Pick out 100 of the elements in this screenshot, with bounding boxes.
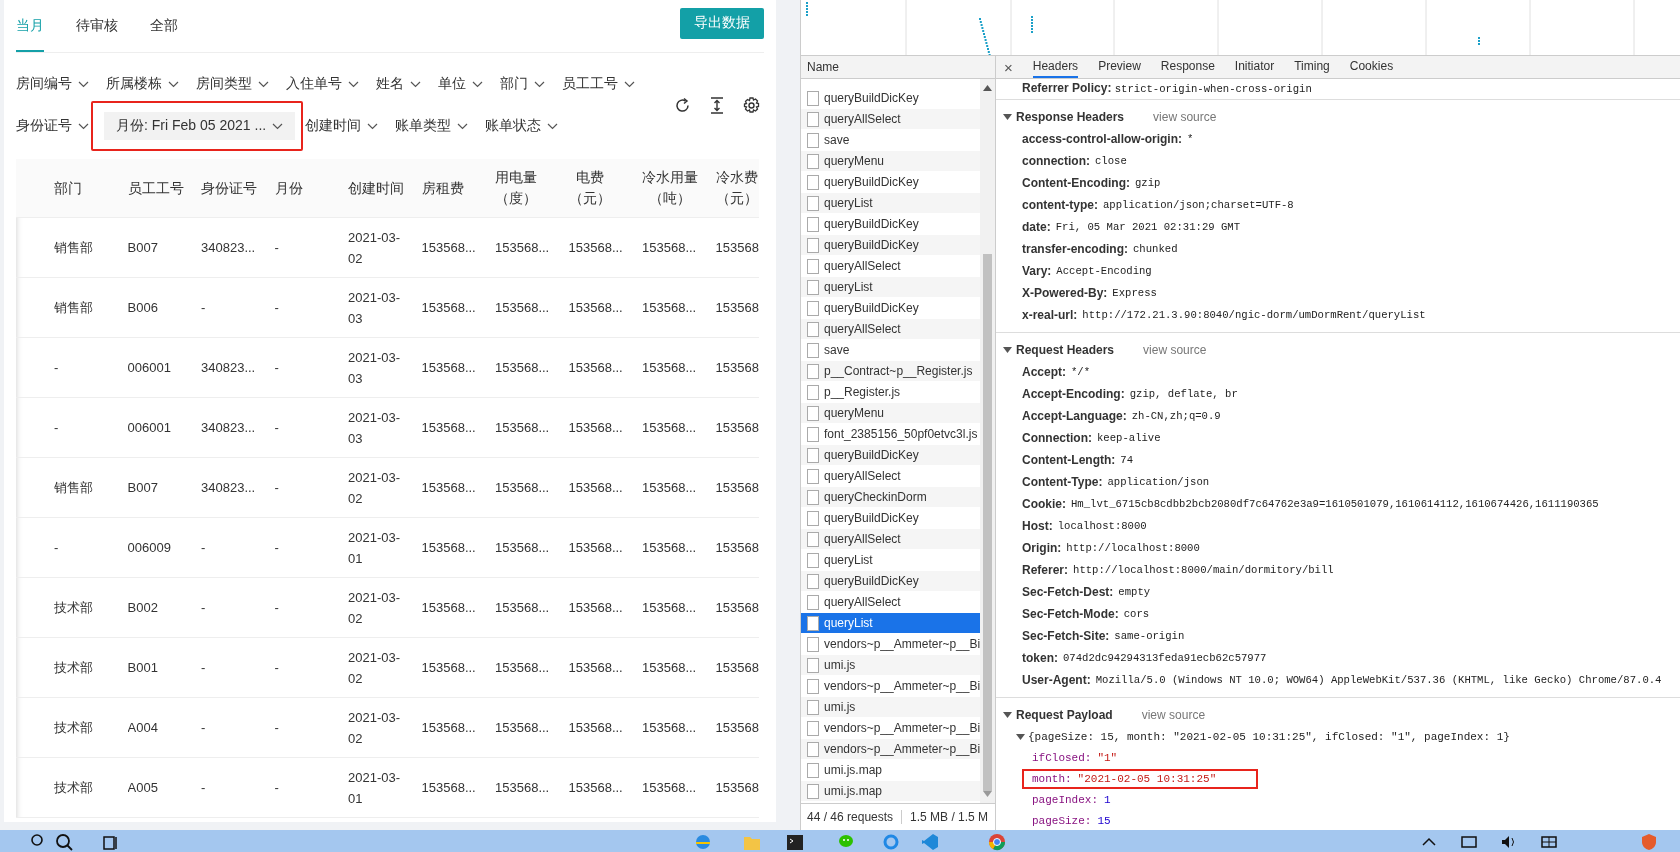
filter-dropdown[interactable]: 账单状态 — [485, 117, 559, 135]
request-row[interactable]: queryList — [801, 277, 980, 298]
search-icon[interactable] — [55, 833, 73, 851]
tab[interactable]: Initiator — [1234, 56, 1275, 78]
header-name: Host: — [1022, 519, 1053, 533]
tab[interactable]: 全部 — [150, 0, 178, 52]
settings-icon[interactable] — [743, 96, 760, 114]
scrollbar-thumb[interactable] — [983, 253, 992, 792]
header-value: localhost:8000 — [1057, 520, 1147, 532]
expand-triangle-icon[interactable] — [1003, 113, 1012, 121]
column-header: 月份 — [274, 179, 303, 198]
table-cell-text: 153568... — [568, 479, 623, 497]
filter-dropdown[interactable]: 姓名 — [376, 75, 421, 93]
table-cell-text: - — [201, 779, 206, 797]
request-row[interactable]: queryAllSelect — [801, 109, 980, 130]
section-title[interactable]: Request Payload — [1016, 708, 1113, 722]
request-row[interactable]: queryBuildDicKey — [801, 445, 980, 466]
header-value: 074d2dc94294313feda91ecb62c57977 — [1063, 652, 1267, 664]
input-icon[interactable] — [1540, 833, 1558, 851]
column-height-icon[interactable] — [710, 96, 724, 114]
header-name: Sec-Fetch-Dest: — [1022, 585, 1114, 599]
table-cell-text: 153568... — [495, 539, 550, 557]
request-row[interactable]: queryAllSelect — [801, 529, 980, 550]
monitor-icon[interactable] — [1460, 833, 1478, 851]
table-cell-text: 153568... — [642, 479, 697, 497]
table-cell-text: A005 — [127, 779, 158, 797]
filter-dropdown[interactable]: 员工工号 — [562, 75, 635, 93]
header-name: Sec-Fetch-Site: — [1022, 629, 1110, 643]
filter-dropdown[interactable]: 单位 — [438, 75, 483, 93]
tab[interactable]: 待审核 — [76, 0, 118, 52]
table-cell-text: 2021-03-03 — [348, 288, 401, 328]
header-name: Content-Length: — [1022, 453, 1116, 467]
request-row[interactable]: queryList — [801, 613, 980, 634]
column-header[interactable]: Name — [807, 60, 839, 74]
tab[interactable]: Response — [1160, 56, 1215, 78]
filter-chip[interactable]: 月份: Fri Feb 05 2021 ... — [104, 112, 296, 140]
request-row[interactable]: umi.js.map — [801, 781, 980, 802]
table-cell-text: 006009 — [127, 539, 171, 557]
expand-triangle-icon[interactable] — [1003, 346, 1012, 354]
close-button[interactable]: × — [1004, 56, 1013, 78]
terminal-icon[interactable] — [786, 833, 804, 851]
filter-dropdown[interactable]: 部门 — [500, 75, 545, 93]
header-value: http://localhost:8000/main/dormitory/bill — [1073, 564, 1334, 576]
request-row[interactable]: vendors~p__Ammeter~p__Bi — [801, 739, 980, 760]
payload-field: pageSize: 15 — [1022, 810, 1153, 831]
section-title[interactable]: Response Headers — [1016, 110, 1125, 124]
column-header: 部门 — [54, 179, 82, 198]
table-cell-text: 2021-03-01 — [348, 528, 401, 568]
filter-dropdown[interactable]: 身份证号 — [16, 117, 89, 135]
table-cell-text: 153568 — [715, 299, 759, 317]
table-cell-text: 153568... — [421, 779, 476, 797]
view-source-link[interactable]: view source — [1143, 343, 1207, 357]
header-value: cors — [1123, 608, 1150, 620]
table-cell-text: 153568... — [568, 779, 623, 797]
filter-dropdown[interactable]: 入住单号 — [286, 75, 359, 93]
tab[interactable]: Timing — [1294, 56, 1330, 78]
header-name: Accept-Encoding: — [1022, 387, 1125, 401]
table-cell-text: 153568... — [642, 779, 697, 797]
request-row[interactable]: umi.js — [801, 655, 980, 676]
tab[interactable]: Cookies — [1349, 56, 1394, 78]
filter-dropdown[interactable]: 房间类型 — [196, 75, 269, 93]
table-cell-text: 153568... — [421, 659, 476, 677]
collapse-triangle-icon[interactable] — [1016, 732, 1025, 741]
table-cell-text: 153568... — [495, 599, 550, 617]
request-row[interactable]: queryAllSelect — [801, 319, 980, 340]
request-row[interactable]: queryMenu — [801, 403, 980, 424]
table-cell-text: 2021-03-03 — [348, 348, 401, 388]
filter-dropdown[interactable]: 房间编号 — [16, 75, 89, 93]
table-cell-text: 153568... — [495, 239, 550, 257]
table-cell-text: 技术部 — [54, 599, 93, 617]
request-row[interactable]: queryBuildDicKey — [801, 571, 980, 592]
section-title[interactable]: Request Headers — [1016, 343, 1115, 357]
table-cell-text: 153568... — [421, 299, 476, 317]
request-row[interactable]: p__Contract~p__Register.js — [801, 361, 980, 382]
filter-dropdown[interactable]: 账单类型 — [395, 117, 469, 135]
header-name: transfer-encoding: — [1022, 242, 1128, 256]
tab[interactable]: Headers — [1032, 56, 1079, 78]
request-row[interactable]: queryMenu — [801, 151, 980, 172]
request-row[interactable]: queryBuildDicKey — [801, 235, 980, 256]
column-header: 用电量 （度） — [495, 169, 537, 208]
table-cell-text: B002 — [127, 599, 158, 617]
expand-triangle-icon[interactable] — [1003, 711, 1012, 719]
table-cell-text: 153568 — [715, 719, 759, 737]
filter-dropdown[interactable]: 所属楼栋 — [106, 75, 179, 93]
table-cell-text: - — [274, 599, 279, 617]
request-row[interactable]: queryCheckinDorm — [801, 487, 980, 508]
filter-dropdown[interactable]: 创建时间 — [305, 117, 379, 135]
reload-icon[interactable] — [674, 96, 691, 114]
task-view-icon[interactable] — [102, 833, 120, 851]
view-source-link[interactable]: view source — [1141, 708, 1206, 722]
header-name: content-type: — [1022, 198, 1098, 212]
scroll-up-icon[interactable] — [983, 85, 992, 91]
table-cell-text: 153568 — [715, 359, 759, 377]
tab[interactable]: Preview — [1098, 56, 1141, 78]
table-cell-text: B007 — [127, 239, 158, 257]
view-source-link[interactable]: view source — [1153, 110, 1217, 124]
request-row[interactable]: umi.js — [801, 697, 980, 718]
request-row[interactable]: queryList — [801, 193, 980, 214]
browser-icon[interactable] — [988, 833, 1006, 851]
column-header: 创建时间 — [348, 179, 404, 198]
